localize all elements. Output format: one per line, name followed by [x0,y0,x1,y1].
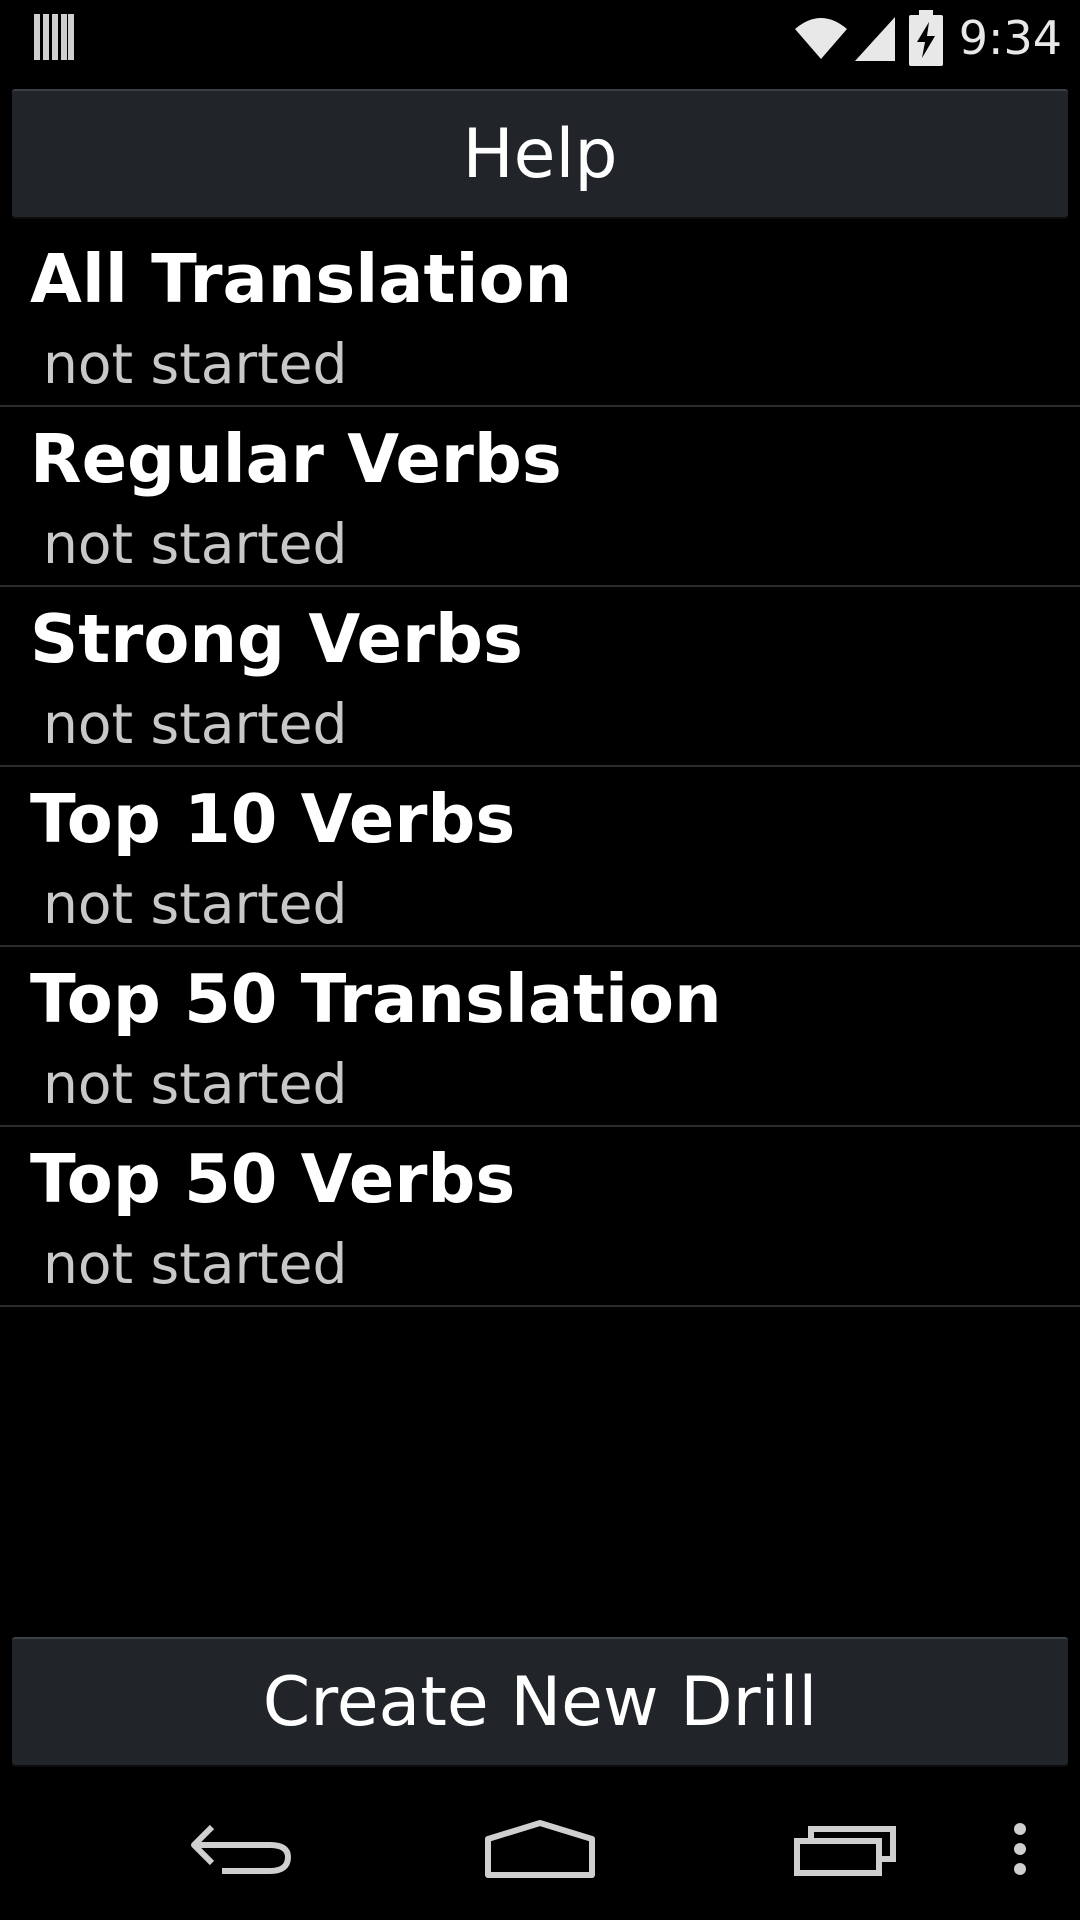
create-new-drill-label: Create New Drill [262,1662,818,1742]
drill-status: not started [43,512,348,576]
recents-button[interactable] [765,1778,925,1920]
status-time: 9:34 [958,10,1062,65]
recents-icon [794,1826,896,1876]
back-button[interactable] [160,1778,320,1920]
create-new-drill-button[interactable]: Create New Drill [12,1637,1068,1765]
drill-status: not started [43,332,348,396]
drill-title: All Translation [30,240,573,318]
drill-status: not started [43,872,348,936]
drill-title: Top 50 Translation [30,960,722,1038]
status-bar: 9:34 [0,0,1080,75]
signal-icon [854,16,895,61]
drill-title: Top 50 Verbs [30,1140,516,1218]
drill-item-top-50-translation[interactable]: Top 50 Translation not started [0,947,1080,1127]
help-button[interactable]: Help [12,89,1068,217]
drill-status: not started [43,1052,348,1116]
help-button-label: Help [462,114,618,194]
battery-charging-icon [908,9,943,66]
drill-status: not started [43,1232,348,1296]
drill-item-regular-verbs[interactable]: Regular Verbs not started [0,407,1080,587]
drill-title: Regular Verbs [30,420,562,498]
drill-item-strong-verbs[interactable]: Strong Verbs not started [0,587,1080,767]
status-icons: 9:34 [793,0,1062,75]
home-button[interactable] [460,1778,620,1920]
notification-icon [34,14,74,60]
drill-status: not started [43,692,348,756]
back-icon [191,1824,292,1874]
drill-title: Top 10 Verbs [30,780,516,858]
drill-item-all-translation[interactable]: All Translation not started [0,227,1080,407]
wifi-icon [794,17,847,59]
drill-list: All Translation not started Regular Verb… [0,227,1080,1307]
drill-item-top-10-verbs[interactable]: Top 10 Verbs not started [0,767,1080,947]
overflow-menu-icon [1014,1823,1026,1875]
drill-title: Strong Verbs [30,600,523,678]
navigation-bar [0,1778,1080,1920]
home-icon [485,1820,595,1878]
drill-item-top-50-verbs[interactable]: Top 50 Verbs not started [0,1127,1080,1307]
overflow-menu-button[interactable] [990,1778,1050,1920]
